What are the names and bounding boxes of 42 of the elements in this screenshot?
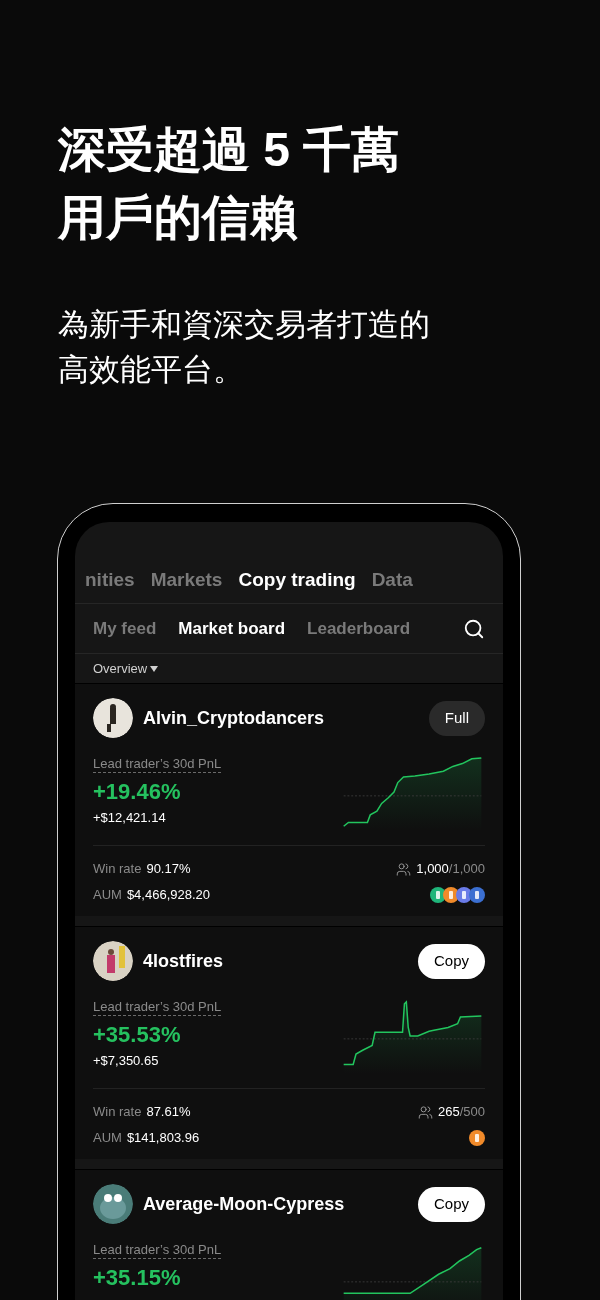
trader-name: Average-Moon-Cypress <box>143 1192 345 1216</box>
copy-button[interactable]: Copy <box>417 943 485 979</box>
pnl-percent: +35.53% <box>93 1021 181 1049</box>
pnl-amount: +$12,421.14 <box>93 809 166 827</box>
pnl-label: Lead trader’s 30d PnL <box>93 1242 222 1259</box>
filter-dropdown[interactable]: Overview <box>93 658 148 679</box>
tab[interactable]: My feed <box>93 615 157 642</box>
users-icon <box>418 1104 433 1120</box>
win-rate-value: 87.61% <box>146 1103 191 1122</box>
copier-capacity: /1,000 <box>448 860 485 879</box>
full-button[interactable]: Full <box>428 700 485 736</box>
aum-value: $141,803.96 <box>126 1129 200 1148</box>
tab[interactable]: Market board <box>178 615 286 642</box>
aum-value: $4,466,928.20 <box>126 886 211 905</box>
headline: 深受超過 5 千萬 <box>58 122 400 178</box>
tab[interactable]: Leaderboard <box>307 615 411 642</box>
copy-button[interactable]: Copy <box>417 1186 485 1222</box>
copier-count: 1,000 <box>416 860 449 879</box>
copier-count: 265 <box>438 1103 460 1122</box>
headline: 用戶的信賴 <box>58 190 298 246</box>
users-icon <box>396 861 412 877</box>
subtitle: 高效能平台。 <box>58 351 244 389</box>
aum-label: AUM <box>93 1129 122 1148</box>
tab[interactable]: Data <box>371 566 413 594</box>
pnl-percent: +35.15% <box>93 1264 181 1292</box>
pnl-label: Lead trader’s 30d PnL <box>93 999 222 1016</box>
win-rate-value: 90.17% <box>146 860 191 879</box>
win-rate-label: Win rate <box>93 1103 142 1122</box>
win-rate-label: Win rate <box>93 860 142 879</box>
trader-name: Alvin_Cryptodancers <box>143 706 325 730</box>
pnl-amount: +$7,350.65 <box>93 1052 159 1070</box>
aum-label: AUM <box>93 886 122 905</box>
search-icon[interactable] <box>463 617 485 640</box>
pnl-percent: +19.46% <box>93 778 181 806</box>
copier-capacity: /500 <box>459 1103 485 1122</box>
tab[interactable]: Copy trading <box>238 566 356 594</box>
tab[interactable]: nities <box>85 566 135 594</box>
caret-icon <box>150 665 159 672</box>
pnl-label: Lead trader’s 30d PnL <box>93 756 222 773</box>
subtitle: 為新手和資深交易者打造的 <box>58 306 430 344</box>
trader-name: 4lostfires <box>143 949 224 973</box>
tab[interactable]: Markets <box>150 566 223 594</box>
